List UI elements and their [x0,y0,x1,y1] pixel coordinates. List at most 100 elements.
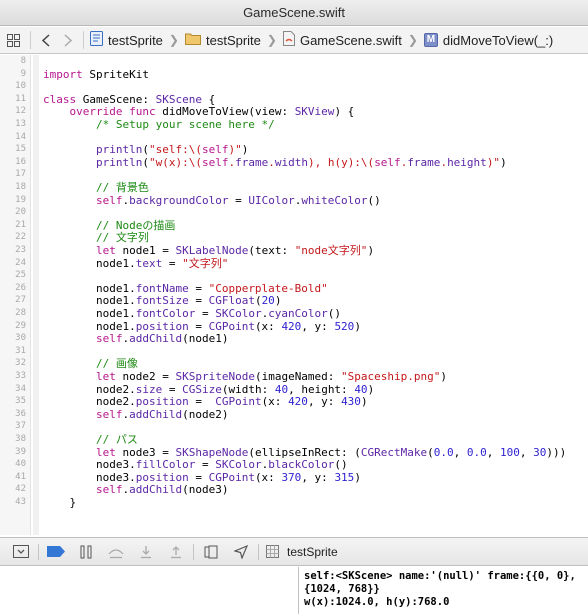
crumb-label: testSprite [108,32,163,48]
step-into-icon[interactable] [131,538,161,565]
debug-target-label[interactable]: testSprite [287,545,338,559]
code-token: 420 [288,395,308,409]
code-token: , height: [288,382,355,396]
line-number: 21 [15,219,26,230]
code-text: node3.position = CGPoint(x: 370, y: 315) [43,471,361,484]
code-text: println("self:\(self)") [43,143,248,156]
code-token: whiteColor [301,193,368,207]
line-number: 24 [15,257,26,268]
code-text: self.backgroundColor = UIColor.whiteColo… [43,194,381,207]
code-token: 315 [334,470,355,484]
code-token: ( [142,155,149,169]
code-token: self [95,193,123,207]
simulate-location-icon[interactable] [226,538,256,565]
code-token: // パス [43,433,138,446]
line-number: 17 [15,169,26,180]
code-token: )" [228,143,242,157]
code-text: self.addChild(node2) [43,408,228,421]
debug-area-divider[interactable] [298,567,299,614]
breakpoints-toggle-icon[interactable] [41,538,71,565]
code-folding-ribbon[interactable] [33,55,39,535]
view-debugger-icon[interactable] [196,538,226,565]
line-number: 11 [15,93,26,104]
chevron-right-icon: ❯ [266,33,277,47]
code-token: position [135,395,189,409]
code-token: (x: [254,470,282,484]
code-token: blackColor [268,458,335,472]
variables-view[interactable] [0,567,298,614]
code-token: SKView [294,105,335,119]
code-text: let node1 = SKLabelNode(text: "node文字列") [43,244,374,257]
code-token: node3 = [115,445,176,459]
hide-debug-area-icon[interactable] [6,538,36,565]
code-token: { [201,92,216,106]
code-token: class [43,92,77,106]
line-number: 18 [15,182,26,192]
code-token: 0.0 [433,445,454,459]
code-token: addChild [129,407,183,421]
code-text: // パス [43,433,138,446]
code-token: , y: [307,395,342,409]
code-token: size [135,382,163,396]
code-text: // 背景色 [43,181,149,194]
target-icon[interactable] [261,538,283,565]
grid-icon[interactable] [0,27,26,54]
jump-bar: testSprite ❯ testSprite ❯ GameScene.swif… [0,27,588,54]
code-token: 100 [500,445,520,459]
code-token: ) [367,244,375,257]
code-token: GameScene: [76,92,156,106]
line-number: 29 [15,320,26,331]
code-token: 40 [354,382,368,396]
crumb-file[interactable]: GameScene.swift [281,31,404,49]
code-token: () [334,458,348,472]
code-token: node3. [43,458,136,472]
code-text: // 画像 [43,357,138,370]
code-token: , [519,445,534,459]
console-output[interactable]: self:<SKScene> name:'(null)' frame:{{0, … [304,570,584,609]
code-token: 420 [281,319,302,333]
code-token: , y: [301,470,335,484]
code-token: override [69,105,123,119]
code-text: node2.size = CGSize(width: 40, height: 4… [43,383,374,396]
code-token: , [486,445,501,459]
method-icon: M [423,33,438,47]
pause-icon[interactable] [71,538,101,565]
line-number: 28 [15,308,26,318]
code-token: "w(x):\( [148,155,202,169]
code-token: CGSize [182,382,222,396]
line-number: 22 [15,232,26,243]
code-editor[interactable]: 8 9 import SpriteKit 10 11 class GameScene: S… [0,55,588,535]
code-token: SKLabelNode [175,244,249,257]
code-token: position [135,319,189,333]
code-token: = [188,319,209,333]
code-token: (width: [221,382,275,396]
back-arrow-icon[interactable] [35,27,57,54]
crumb-folder[interactable]: testSprite [183,32,263,48]
code-text: let node2 = SKSpriteNode(imageNamed: "Sp… [43,370,447,383]
line-number: 9 [20,68,26,79]
code-token: fillColor [135,458,196,472]
code-text: self.addChild(node1) [43,332,228,345]
forward-arrow-icon[interactable] [57,27,79,54]
line-number: 19 [15,194,26,205]
code-token: (node1) [182,332,229,346]
code-token: let [95,370,116,383]
code-token: (imageNamed: [254,370,342,383]
code-token: ( [142,143,149,157]
code-token: CGFloat [208,294,255,308]
step-over-icon[interactable] [101,538,131,565]
crumb-method[interactable]: M didMoveToView(_:) [422,33,555,48]
separator [83,31,84,49]
crumb-project[interactable]: testSprite [88,31,165,49]
code-token: CGPoint [208,470,255,484]
line-number: 16 [15,156,26,167]
code-token: println [95,143,143,157]
code-token: "文字列" [182,256,229,270]
code-token: fontColor [135,307,196,320]
code-text: node1.fontColor = SKColor.cyanColor() [43,307,341,320]
code-token: let [95,445,116,459]
step-out-icon[interactable] [161,538,191,565]
code-token: "node文字列" [294,244,368,257]
code-token: (text: [248,244,295,257]
